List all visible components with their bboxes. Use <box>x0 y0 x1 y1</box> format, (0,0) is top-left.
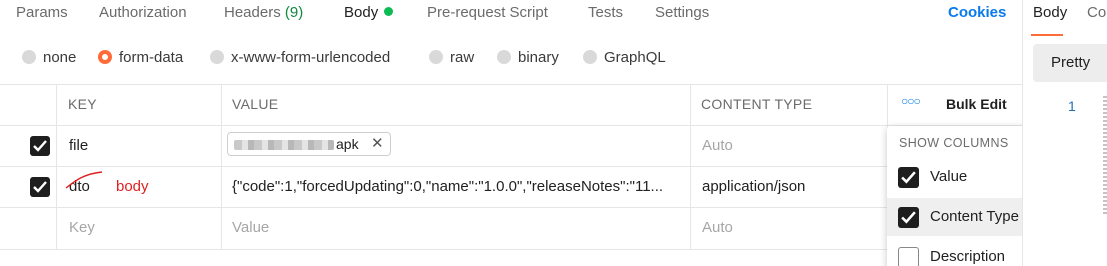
tab-headers-label: Headers <box>224 4 281 21</box>
menu-item-label: Content Type <box>930 208 1019 225</box>
checkmark-icon <box>33 140 47 152</box>
response-pane: Body Co Pretty 1 <box>1022 0 1107 266</box>
form-data-table: KEY VALUE CONTENT TYPE ○○○ Bulk Edit fil… <box>0 84 1022 250</box>
remove-file-icon[interactable]: ✕ <box>371 134 384 152</box>
content-type-input[interactable]: Auto <box>702 137 733 154</box>
new-value-input[interactable]: Value <box>232 219 269 236</box>
response-tab-body[interactable]: Body <box>1033 4 1067 21</box>
tab-headers[interactable]: Headers (9) <box>224 4 303 21</box>
response-tab-cookies[interactable]: Co <box>1087 4 1106 21</box>
tab-tests[interactable]: Tests <box>588 4 623 21</box>
radio-form-data-label: form-data <box>119 49 184 66</box>
new-key-input[interactable]: Key <box>69 219 95 236</box>
radio-circle-icon <box>583 50 597 64</box>
row-value[interactable]: {"code":1,"forcedUpdating":0,"name":"1.0… <box>232 178 663 195</box>
radio-raw[interactable]: raw <box>429 49 474 66</box>
divider <box>0 249 1022 250</box>
menu-checkbox[interactable] <box>898 207 919 228</box>
tab-settings[interactable]: Settings <box>655 4 709 21</box>
divider <box>0 125 1022 126</box>
divider <box>690 84 691 250</box>
radio-selected-icon <box>98 50 112 64</box>
tab-params[interactable]: Params <box>16 4 68 21</box>
column-header-content-type: CONTENT TYPE <box>701 96 813 112</box>
file-extension: apk <box>336 136 359 152</box>
radio-none[interactable]: none <box>22 49 76 66</box>
divider <box>0 84 1022 85</box>
headers-count: (9) <box>284 4 304 21</box>
body-active-dot-icon <box>384 7 394 16</box>
tab-pre-request-script[interactable]: Pre-request Script <box>427 4 548 21</box>
radio-circle-icon <box>210 50 224 64</box>
request-tabs: Params Authorization Headers (9) Body Pr… <box>0 0 1022 28</box>
bulk-edit-button[interactable]: Bulk Edit <box>946 96 1007 112</box>
radio-circle-icon <box>429 50 443 64</box>
checkmark-icon <box>901 211 916 224</box>
radio-urlencoded-label: x-www-form-urlencoded <box>231 49 391 66</box>
divider <box>56 84 57 250</box>
radio-graphql-label: GraphQL <box>604 49 666 66</box>
divider <box>221 84 222 250</box>
row-content-type[interactable]: application/json <box>702 178 805 195</box>
radio-binary[interactable]: binary <box>497 49 559 66</box>
row-key[interactable]: file <box>69 137 88 154</box>
editor-gutter <box>1103 96 1107 216</box>
menu-item-label: Description <box>930 248 1006 265</box>
radio-none-label: none <box>43 49 77 66</box>
menu-title: SHOW COLUMNS <box>899 136 1009 150</box>
file-chip[interactable]: apk ✕ <box>227 132 391 156</box>
more-options-icon[interactable]: ○○○ <box>901 94 921 108</box>
divider <box>0 207 1022 208</box>
radio-raw-label: raw <box>450 49 475 66</box>
divider <box>0 166 1022 167</box>
line-number: 1 <box>1068 98 1076 114</box>
tab-authorization[interactable]: Authorization <box>99 4 187 21</box>
cookies-link[interactable]: Cookies <box>948 4 1006 21</box>
red-annotation-mark <box>65 171 103 189</box>
checkmark-icon <box>901 171 916 184</box>
radio-circle-icon <box>497 50 511 64</box>
tab-body[interactable]: Body <box>344 4 394 21</box>
tab-body-label: Body <box>344 4 379 21</box>
menu-item-label: Value <box>930 168 968 185</box>
pretty-button[interactable]: Pretty <box>1033 44 1107 82</box>
radio-graphql[interactable]: GraphQL <box>583 49 666 66</box>
column-header-key: KEY <box>68 96 97 112</box>
menu-checkbox[interactable] <box>898 167 919 188</box>
new-content-type-input[interactable]: Auto <box>702 219 733 236</box>
active-tab-indicator <box>1031 34 1063 36</box>
handwritten-annotation: body <box>116 178 149 195</box>
row-checkbox[interactable] <box>30 136 50 156</box>
radio-binary-label: binary <box>518 49 559 66</box>
checkmark-icon <box>33 181 47 193</box>
radio-form-data[interactable]: form-data <box>98 49 183 66</box>
radio-x-www-form-urlencoded[interactable]: x-www-form-urlencoded <box>210 49 390 66</box>
row-checkbox[interactable] <box>30 177 50 197</box>
column-header-value: VALUE <box>232 96 279 112</box>
radio-circle-icon <box>22 50 36 64</box>
menu-checkbox[interactable] <box>898 247 919 266</box>
blurred-filename <box>234 140 334 150</box>
